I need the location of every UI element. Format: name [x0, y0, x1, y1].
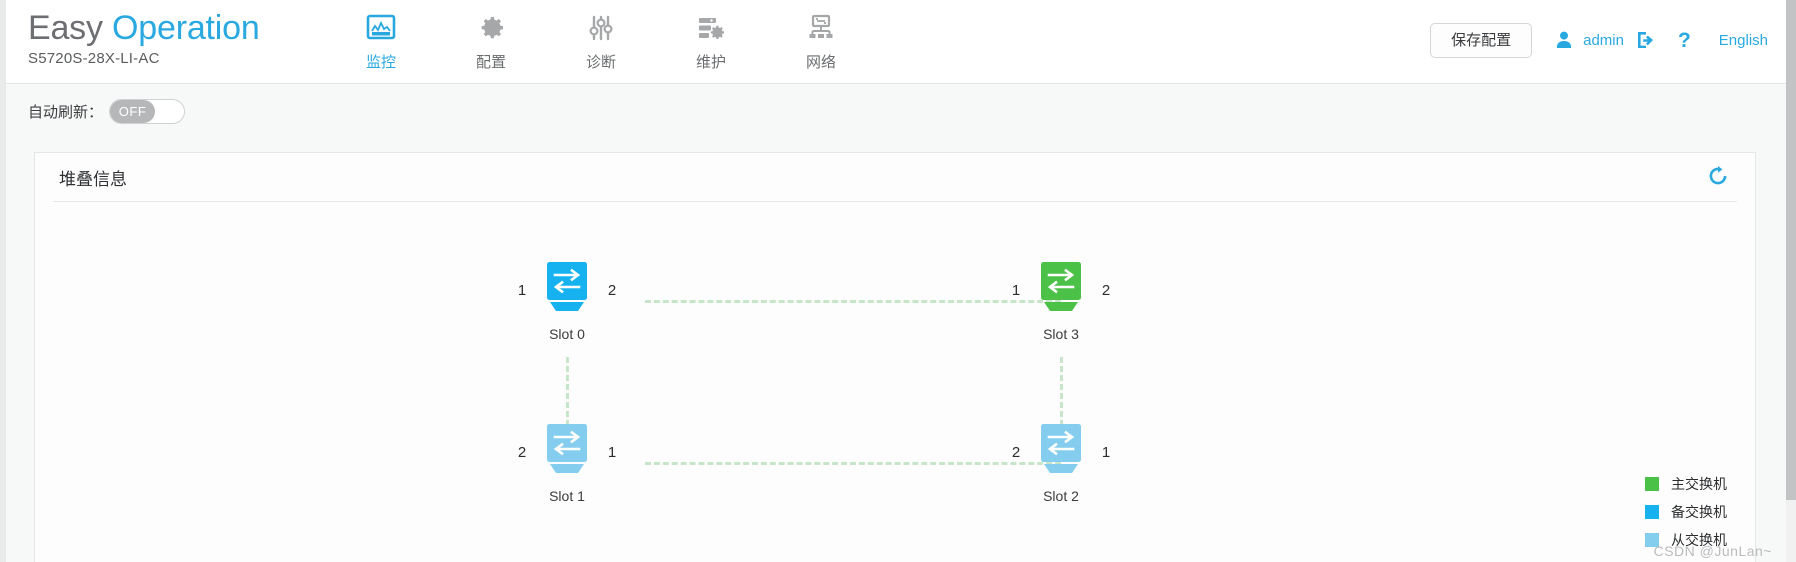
nav-label-monitoring: 监控 [365, 54, 396, 71]
brand-title: Easy Operation [28, 8, 260, 48]
switch-icon [541, 262, 593, 318]
nav-label-diagnostics: 诊断 [585, 54, 616, 71]
port-left-label: 2 [1011, 443, 1021, 461]
port-right-label: 2 [1101, 281, 1111, 299]
nav-label-configuration: 配置 [475, 54, 506, 71]
device-model-label: S5720S-28X-LI-AC [28, 50, 160, 67]
auto-refresh-toggle-state: OFF [110, 99, 156, 123]
language-switch-link[interactable]: English [1719, 32, 1768, 49]
stack-node-slot-0[interactable]: 1 2 Slot 0 [507, 262, 627, 342]
card-title: 堆叠信息 [59, 169, 127, 189]
page-scrollbar[interactable] [1786, 0, 1796, 562]
port-right-label: 1 [607, 443, 617, 461]
scrollbar-thumb[interactable] [1786, 0, 1796, 500]
stack-node-row: 2 1 [1001, 424, 1121, 480]
nav-item-diagnostics[interactable]: 诊断 [546, 6, 656, 72]
legend-label-standby: 备交换机 [1671, 504, 1727, 520]
logout-icon[interactable] [1634, 29, 1656, 51]
user-name-label[interactable]: admin [1583, 32, 1624, 49]
stack-node-label: Slot 1 [549, 488, 585, 504]
maintenance-icon [656, 11, 766, 45]
brand-secondary-text: Operation [112, 9, 260, 47]
port-right-label: 1 [1101, 443, 1111, 461]
sliders-icon [546, 11, 656, 45]
application-window: Easy Operation S5720S-28X-LI-AC 监控 配置 诊断… [0, 0, 1786, 562]
port-left-label: 2 [517, 443, 527, 461]
save-config-button[interactable]: 保存配置 [1430, 22, 1533, 58]
main-navigation: 监控 配置 诊断 维护 网络 [326, 6, 876, 72]
stack-node-row: 1 2 [507, 262, 627, 318]
header-actions: 保存配置 admin ? English [1430, 20, 1768, 60]
card-header: 堆叠信息 [53, 153, 1737, 202]
user-icon [1554, 30, 1574, 50]
switch-icon [1035, 262, 1087, 318]
port-right-label: 2 [607, 281, 617, 299]
port-left-label: 1 [517, 281, 527, 299]
nav-label-network: 网络 [805, 54, 836, 71]
page-toolbar: 自动刷新： OFF [6, 85, 1786, 137]
auto-refresh-label: 自动刷新： [28, 103, 104, 121]
refresh-icon[interactable] [1705, 163, 1731, 189]
watermark-text: CSDN @JunLan~ [1653, 543, 1772, 559]
stack-node-row: 1 2 [1001, 262, 1121, 318]
gear-icon [436, 11, 546, 45]
stack-node-label: Slot 2 [1043, 488, 1079, 504]
network-icon [766, 11, 876, 45]
help-icon[interactable]: ? [1678, 30, 1691, 51]
stack-node-label: Slot 3 [1043, 326, 1079, 342]
monitor-icon [326, 11, 436, 45]
stack-node-slot-2[interactable]: 2 1 Slot 2 [1001, 424, 1121, 504]
legend-label-master: 主交换机 [1671, 476, 1727, 492]
auto-refresh-toggle[interactable]: OFF [109, 98, 186, 124]
nav-label-maintenance: 维护 [695, 54, 726, 71]
port-left-label: 1 [1011, 281, 1021, 299]
nav-item-monitoring[interactable]: 监控 [326, 6, 436, 72]
switch-icon [541, 424, 593, 480]
stack-node-slot-3[interactable]: 1 2 Slot 3 [1001, 262, 1121, 342]
legend-item-standby: 备交换机 [1645, 502, 1727, 522]
stack-info-card: 堆叠信息 1 2 Slot 0 1 2 Slot 3 2 1 Slot 1 2 … [34, 152, 1756, 562]
nav-item-network[interactable]: 网络 [766, 6, 876, 72]
brand-logo: Easy Operation S5720S-28X-LI-AC [28, 8, 260, 67]
legend-swatch-standby [1645, 505, 1659, 519]
stack-node-slot-1[interactable]: 2 1 Slot 1 [507, 424, 627, 504]
app-header: Easy Operation S5720S-28X-LI-AC 监控 配置 诊断… [6, 0, 1786, 84]
brand-primary-text: Easy [28, 9, 103, 47]
stack-node-row: 2 1 [507, 424, 627, 480]
legend-item-master: 主交换机 [1645, 474, 1727, 494]
link-slot0-slot3 [645, 300, 1061, 303]
nav-item-configuration[interactable]: 配置 [436, 6, 546, 72]
stack-topology-diagram: 1 2 Slot 0 1 2 Slot 3 2 1 Slot 1 2 1 Slo… [35, 202, 1755, 562]
legend-swatch-master [1645, 477, 1659, 491]
nav-item-maintenance[interactable]: 维护 [656, 6, 766, 72]
stack-node-label: Slot 0 [549, 326, 585, 342]
switch-icon [1035, 424, 1087, 480]
link-slot1-slot2 [645, 462, 1061, 465]
